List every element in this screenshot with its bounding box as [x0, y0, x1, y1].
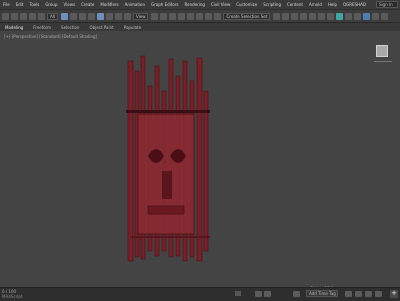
tab-modeling[interactable]: Modeling	[0, 25, 28, 30]
undo-icon[interactable]	[2, 12, 9, 20]
select-by-name-icon[interactable]	[69, 12, 77, 20]
schematic-view-icon[interactable]	[327, 12, 335, 20]
place-icon[interactable]	[123, 12, 131, 20]
select-object-icon[interactable]	[60, 12, 68, 20]
select-manipulate-icon[interactable]	[160, 12, 168, 20]
lamp-bottom-bar	[130, 236, 210, 238]
wall-lamp-model[interactable]	[126, 55, 210, 262]
add-time-tag-button[interactable]: Add Time Tag	[306, 290, 338, 297]
curve-editor-icon[interactable]	[318, 12, 326, 20]
menu-tools[interactable]: Tools	[26, 2, 42, 7]
lamp-rod	[127, 60, 134, 262]
angle-snap-icon[interactable]	[187, 12, 195, 20]
tab-selection[interactable]: Selection	[56, 25, 84, 30]
render-production-icon[interactable]	[363, 12, 371, 20]
a360-gallery-icon[interactable]	[381, 12, 389, 20]
scale-icon[interactable]	[114, 12, 122, 20]
menu-content[interactable]: Content	[284, 2, 306, 7]
play-icon[interactable]	[355, 291, 362, 297]
redo-icon[interactable]	[11, 12, 18, 20]
reference-coordinate-dropdown[interactable]: View	[132, 12, 149, 20]
ornament-base	[147, 205, 185, 215]
x-coordinate-icon[interactable]	[264, 291, 271, 297]
main-toolbar: All View Create Selection Set	[0, 9, 400, 22]
menu-arnold[interactable]: Arnold	[306, 2, 325, 7]
play-back-icon[interactable]	[345, 291, 352, 297]
tab-object-paint[interactable]: Object Paint	[84, 25, 118, 30]
y-coordinate-icon[interactable]	[293, 291, 300, 297]
toggle-layer-explorer-icon[interactable]	[300, 12, 308, 20]
lamp-rod	[203, 90, 209, 252]
zoom-extents-icon[interactable]	[375, 291, 382, 297]
keyboard-shortcut-override-icon[interactable]	[169, 12, 177, 20]
rectangular-selection-icon[interactable]	[78, 12, 86, 20]
menu-civil-view[interactable]: Civil View	[208, 2, 233, 7]
selection-filter-dropdown[interactable]: All	[47, 12, 58, 20]
status-bar: 0 / 100 MAXScript Add Time Tag +	[0, 287, 400, 301]
percent-snap-icon[interactable]	[196, 12, 204, 20]
mirror-icon[interactable]	[273, 12, 281, 20]
tab-freeform[interactable]: Freeform	[28, 25, 56, 30]
spinner-snap-icon[interactable]	[205, 12, 213, 20]
material-editor-icon[interactable]	[336, 12, 344, 20]
snaps-toggle-icon[interactable]	[178, 12, 186, 20]
ornament-stem	[162, 171, 172, 199]
toggle-ribbon-icon[interactable]	[309, 12, 317, 20]
align-icon[interactable]	[282, 12, 290, 20]
bind-space-warp-icon[interactable]	[38, 12, 45, 20]
menu-file[interactable]: File	[0, 2, 13, 7]
menu-rendering[interactable]: Rendering	[182, 2, 208, 7]
named-selection-set-dropdown[interactable]: Create Selection Set	[223, 12, 271, 20]
unlink-icon[interactable]	[29, 12, 36, 20]
tab-populate[interactable]: Populate	[119, 25, 146, 30]
menu-customize[interactable]: Customize	[233, 2, 260, 7]
menu-group[interactable]: Group	[42, 2, 60, 7]
menu-modifiers[interactable]: Modifiers	[97, 2, 121, 7]
render-setup-icon[interactable]	[345, 12, 353, 20]
play-forward-icon[interactable]	[365, 291, 372, 297]
menu-animation[interactable]: Animation	[122, 2, 148, 7]
menu-views[interactable]: Views	[61, 2, 79, 7]
toggle-scene-explorer-icon[interactable]	[291, 12, 299, 20]
menu-bar: File Edit Tools Group Views Create Modif…	[0, 0, 400, 9]
link-icon[interactable]	[20, 12, 27, 20]
absolute-mode-icon[interactable]	[255, 291, 262, 297]
perspective-viewport[interactable]: [+] [Perspective] [Standard] [Default Sh…	[0, 31, 400, 291]
scene-canvas	[126, 55, 210, 262]
pivot-center-icon[interactable]	[151, 12, 159, 20]
lamp-top-bar	[126, 110, 210, 113]
window-crossing-icon[interactable]	[87, 12, 95, 20]
menu-edit[interactable]: Edit	[13, 2, 27, 7]
lamp-rod	[196, 57, 203, 262]
menu-ogreshad[interactable]: OGRESHAD	[340, 2, 369, 7]
edit-named-selection-icon[interactable]	[214, 12, 222, 20]
render-in-cloud-icon[interactable]	[372, 12, 380, 20]
sign-in-field[interactable]: Sign In	[376, 1, 398, 8]
maximize-viewport-icon[interactable]: +	[390, 290, 398, 298]
menu-scripting[interactable]: Scripting	[260, 2, 284, 7]
lock-selection-icon[interactable]	[235, 291, 241, 296]
menu-graph-editors[interactable]: Graph Editors	[148, 2, 181, 7]
rotate-icon[interactable]	[105, 12, 113, 20]
menu-create[interactable]: Create	[78, 2, 97, 7]
rendered-frame-window-icon[interactable]	[354, 12, 362, 20]
menu-help[interactable]: Help	[325, 2, 340, 7]
move-icon[interactable]	[96, 12, 104, 20]
maxscript-listener[interactable]: MAXScript	[2, 294, 23, 299]
